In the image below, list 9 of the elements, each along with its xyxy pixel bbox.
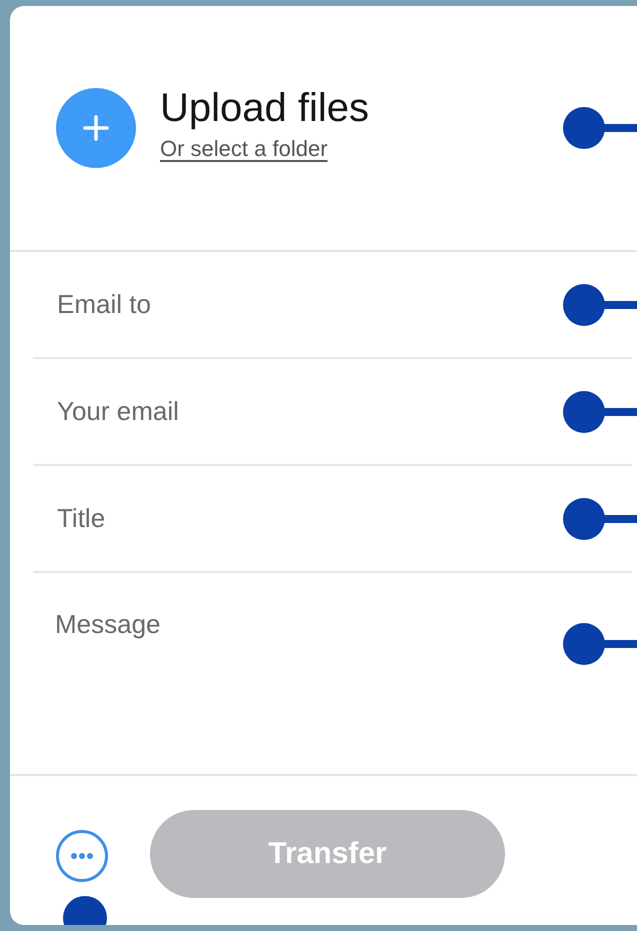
plus-icon: [82, 114, 110, 142]
text-field[interactable]: Title: [33, 503, 537, 534]
select-folder-link[interactable]: Or select a folder: [160, 136, 370, 162]
text-field[interactable]: Your email: [33, 396, 537, 427]
message-field[interactable]: Message: [33, 573, 535, 769]
text-field[interactable]: Email to: [33, 289, 537, 320]
upload-title: Upload files: [160, 85, 370, 132]
more-icon: [70, 852, 94, 860]
more-options-button[interactable]: [56, 830, 108, 882]
